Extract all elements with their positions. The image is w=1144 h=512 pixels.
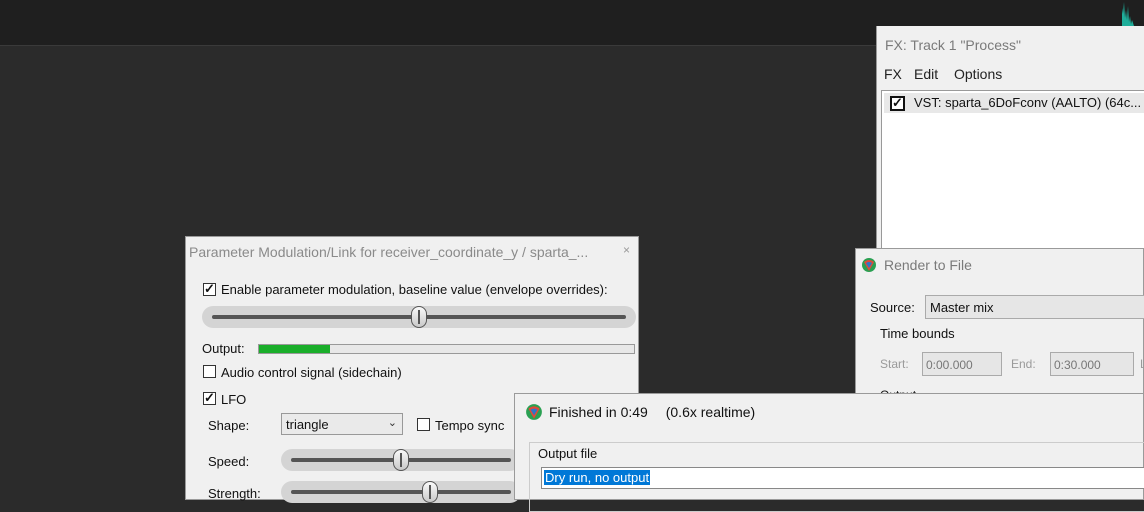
source-select[interactable]: Master mix [925,295,1144,319]
source-label: Source: [870,300,915,315]
shape-label: Shape: [208,418,250,433]
tempo-sync-label: Tempo sync [435,418,505,433]
output-label: Output: [202,341,245,356]
fx-menubar: FX Edit Options [877,66,1144,88]
realtime-ratio-text: (0.6x realtime) [665,404,756,420]
level-meter-icon [1122,2,1134,26]
time-bounds-label: Time bounds [880,326,955,341]
end-time-value: 0:30.000 [1054,358,1101,372]
start-label: Start: [880,357,909,371]
baseline-slider-thumb[interactable] [411,306,427,328]
source-value: Master mix [930,300,994,315]
baseline-slider[interactable] [202,306,636,328]
close-icon[interactable]: × [623,243,630,257]
enable-modulation-label: Enable parameter modulation, baseline va… [221,282,608,297]
output-file-label: Output file [538,446,598,461]
render-window-title: Render to File [884,257,972,273]
audio-control-checkbox[interactable] [203,365,216,378]
audio-control-label: Audio control signal (sidechain) [221,365,402,380]
menu-edit[interactable]: Edit [914,66,938,82]
lfo-label: LFO [221,392,247,407]
speed-slider[interactable] [281,449,521,471]
fx-chain-item[interactable]: VST: sparta_6DoFconv (AALTO) (64c... [884,93,1144,113]
finished-title: Finished in 0:49 (0.6x realtime) [549,404,755,420]
strength-label: Strength: [208,486,261,501]
menu-options[interactable]: Options [954,66,1002,82]
fx-plugin-label: VST: sparta_6DoFconv (AALTO) (64c... [914,95,1142,110]
end-time-field[interactable]: 0:30.000 [1050,352,1134,376]
lfo-checkbox[interactable] [203,390,216,405]
tempo-sync-checkbox[interactable] [417,418,430,431]
start-time-field[interactable]: 0:00.000 [922,352,1002,376]
param-mod-title: Parameter Modulation/Link for receiver_c… [189,244,589,260]
output-meter-fill [259,345,331,353]
shape-select[interactable]: triangle ⌄ [281,413,403,435]
speed-slider-thumb[interactable] [393,449,409,471]
finished-time-text: Finished in 0:49 [549,404,648,420]
chevron-down-icon: ⌄ [387,417,397,429]
output-file-field[interactable]: Dry run, no output [541,467,1144,489]
output-file-value: Dry run, no output [544,470,651,485]
start-time-value: 0:00.000 [926,358,973,372]
speed-label: Speed: [208,454,250,469]
fx-window-title: FX: Track 1 "Process" [885,37,1021,53]
render-to-file-window: Render to File Source: Master mix Time b… [855,248,1144,402]
reaper-logo-icon [862,258,876,272]
end-label: End: [1011,357,1036,371]
fx-window: FX: Track 1 "Process" FX Edit Options VS… [876,26,1144,262]
length-label: L [1140,357,1144,371]
fx-enable-checkbox[interactable] [890,95,905,111]
menu-fx[interactable]: FX [884,66,902,82]
render-finished-window: Finished in 0:49 (0.6x realtime) Output … [514,393,1144,512]
shape-value: triangle [286,417,329,432]
output-meter [258,344,635,354]
reaper-logo-icon [526,404,542,420]
fx-chain-list[interactable]: VST: sparta_6DoFconv (AALTO) (64c... [881,90,1144,262]
enable-modulation-checkbox[interactable] [203,281,216,296]
